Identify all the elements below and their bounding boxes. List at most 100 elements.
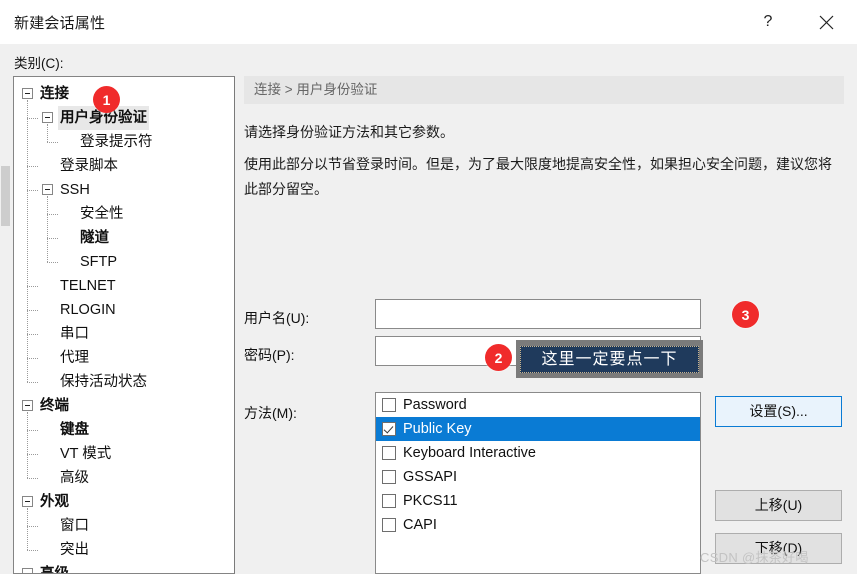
tree-item-label: 突出	[60, 542, 89, 558]
method-item-1[interactable]: Public Key	[376, 417, 700, 441]
tree-item-15[interactable]: VT 模式	[14, 442, 234, 466]
title-bar: 新建会话属性 ?	[0, 0, 857, 45]
tree-expander-icon[interactable]	[22, 400, 33, 411]
tree-guide-line	[27, 358, 38, 359]
tree-guide-line	[27, 190, 38, 191]
tree-guide-line	[27, 412, 28, 478]
tree-expander-icon[interactable]	[22, 88, 33, 99]
tree-item-11[interactable]: 代理	[14, 346, 234, 370]
tree-item-label: VT 模式	[60, 446, 112, 462]
tree-guide-line	[27, 478, 38, 479]
left-scrollbar[interactable]	[0, 76, 11, 574]
tree-item-0[interactable]: 连接	[14, 82, 234, 106]
tree-item-20[interactable]: 高级	[14, 562, 234, 574]
method-item-0[interactable]: Password	[376, 393, 700, 417]
tree-item-label: SFTP	[80, 254, 118, 270]
tree-guide-line	[27, 382, 38, 383]
description-line1: 请选择身份验证方法和其它参数。	[244, 124, 454, 140]
tree-guide-line	[27, 508, 28, 550]
tree-expander-icon[interactable]	[42, 184, 53, 195]
tree-item-label: 终端	[40, 398, 69, 414]
content-panel: 连接 > 用户身份验证 请选择身份验证方法和其它参数。 使用此部分以节省登录时间…	[244, 76, 844, 574]
annotation-tooltip: 这里一定要点一下	[516, 340, 703, 378]
method-listbox[interactable]: Password Public Key Keyboard Interactive GS…	[375, 392, 701, 574]
tree-guide-line	[47, 262, 58, 263]
method-item-2[interactable]: Keyboard Interactive	[376, 441, 700, 465]
tree-item-16[interactable]: 高级	[14, 466, 234, 490]
tree-item-8[interactable]: TELNET	[14, 274, 234, 298]
method-item-3[interactable]: GSSAPI	[376, 465, 700, 489]
move-up-button[interactable]: 上移(U)	[715, 490, 842, 521]
tree-item-label: RLOGIN	[60, 302, 116, 318]
tree-item-label: 窗口	[60, 518, 89, 534]
method-checkbox[interactable]	[382, 398, 396, 412]
settings-button[interactable]: 设置(S)...	[715, 396, 842, 427]
method-item-label: Public Key	[403, 421, 472, 437]
tree-item-label: 高级	[40, 566, 69, 574]
tree-item-label: 登录脚本	[60, 158, 118, 174]
tree-expander-icon[interactable]	[22, 496, 33, 507]
watermark: CSDN @抹茶好喝	[700, 550, 809, 565]
tree-guide-line	[27, 454, 38, 455]
tree-guide-line	[27, 310, 38, 311]
tree-guide-line	[47, 142, 58, 143]
breadcrumb: 连接 > 用户身份验证	[244, 76, 844, 104]
session-properties-dialog: 新建会话属性 ? 类别(C): 连接 用户身份验证 登录提示符 登录脚本 SSH 安全性隧…	[0, 0, 857, 574]
annotation-badge-2: 2	[485, 344, 512, 371]
tree-item-label: 保持活动状态	[60, 374, 147, 390]
method-checkbox[interactable]	[382, 446, 396, 460]
tree-item-18[interactable]: 窗口	[14, 514, 234, 538]
username-label: 用户名(U):	[244, 310, 310, 326]
tree-item-label: TELNET	[60, 278, 116, 294]
tree-guide-line	[27, 286, 38, 287]
tree-guide-line	[27, 118, 38, 119]
method-item-label: Password	[403, 397, 467, 413]
method-checkbox[interactable]	[382, 470, 396, 484]
tree-item-13[interactable]: 终端	[14, 394, 234, 418]
tree-guide-line	[47, 124, 48, 142]
category-tree-items: 连接 用户身份验证 登录提示符 登录脚本 SSH 安全性 隧道 SFTP TELNET RLOGI…	[14, 77, 234, 574]
category-label-text: 类别(C):	[14, 56, 64, 71]
tree-guide-line	[27, 430, 38, 431]
annotation-tooltip-text: 这里一定要点一下	[520, 346, 699, 373]
tree-item-label: 外观	[40, 494, 69, 510]
close-icon[interactable]	[803, 0, 849, 44]
tree-item-9[interactable]: RLOGIN	[14, 298, 234, 322]
description-line2: 使用此部分以节省登录时间。但是，为了最大限度地提高安全性，如果担心安全问题，建议…	[244, 156, 832, 197]
tree-item-label: 连接	[40, 86, 69, 102]
method-checkbox[interactable]	[382, 494, 396, 508]
help-icon[interactable]: ?	[745, 0, 791, 44]
method-item-label: CAPI	[403, 517, 437, 533]
tree-guide-line	[27, 100, 28, 382]
tree-expander-icon[interactable]	[42, 112, 53, 123]
dialog-body: 类别(C): 连接 用户身份验证 登录提示符 登录脚本 SSH 安全性 隧道 SFTP TELN…	[0, 44, 857, 574]
tree-item-12[interactable]: 保持活动状态	[14, 370, 234, 394]
tree-item-17[interactable]: 外观	[14, 490, 234, 514]
method-checkbox[interactable]	[382, 518, 396, 532]
method-item-label: Keyboard Interactive	[403, 445, 536, 461]
method-item-4[interactable]: PKCS11	[376, 489, 700, 513]
tree-guide-line	[47, 214, 58, 215]
username-input[interactable]	[375, 299, 701, 329]
method-label: 方法(M):	[244, 405, 297, 421]
tree-item-label: 隧道	[80, 230, 109, 246]
tree-guide-line	[27, 526, 38, 527]
method-item-label: PKCS11	[403, 493, 458, 509]
left-scrollbar-thumb[interactable]	[1, 166, 10, 226]
annotation-badge-3: 3	[732, 301, 759, 328]
tree-guide-line	[47, 196, 48, 262]
method-checkbox[interactable]	[382, 422, 396, 436]
tree-item-10[interactable]: 串口	[14, 322, 234, 346]
annotation-badge-1: 1	[93, 86, 120, 113]
tree-expander-icon[interactable]	[22, 568, 33, 573]
category-tree[interactable]: 连接 用户身份验证 登录提示符 登录脚本 SSH 安全性 隧道 SFTP TELNET RLOGI…	[13, 76, 235, 574]
tree-item-label: 代理	[60, 350, 89, 366]
tree-item-label: 安全性	[80, 206, 124, 222]
tree-item-3[interactable]: 登录脚本	[14, 154, 234, 178]
tree-item-19[interactable]: 突出	[14, 538, 234, 562]
tree-guide-line	[27, 550, 38, 551]
tree-item-label: 键盘	[60, 422, 89, 438]
tree-item-14[interactable]: 键盘	[14, 418, 234, 442]
method-item-5[interactable]: CAPI	[376, 513, 700, 537]
tree-guide-line	[47, 238, 58, 239]
